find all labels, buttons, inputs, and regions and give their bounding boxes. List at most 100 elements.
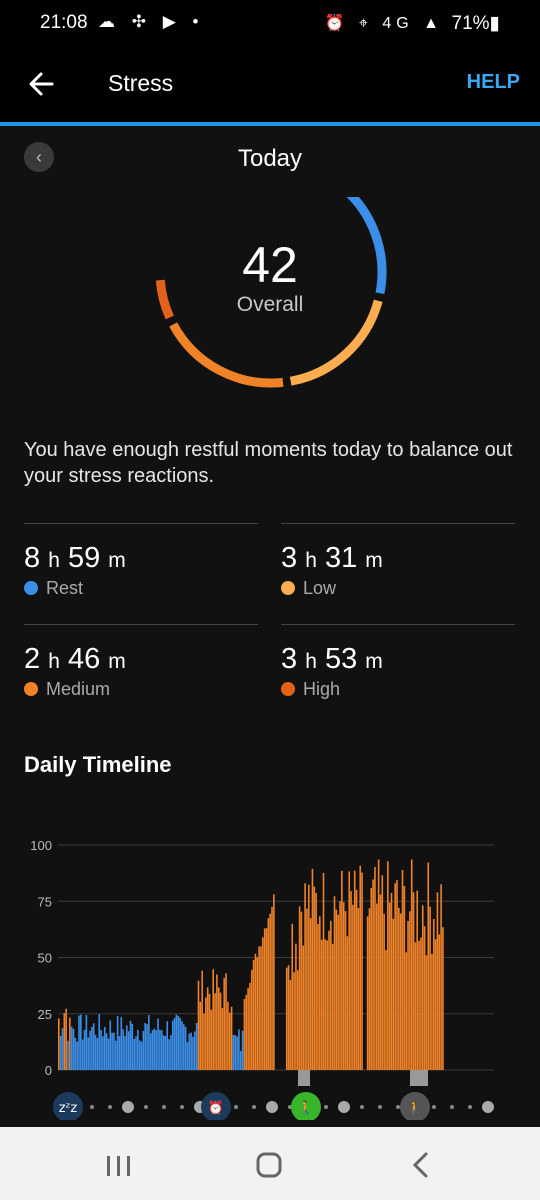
minutes-unit: m — [108, 650, 126, 673]
timeline-dot — [432, 1105, 436, 1109]
timeline-bar — [344, 911, 347, 1070]
timeline-bar — [341, 870, 343, 1070]
timeline-bar — [368, 908, 371, 1070]
timeline-bar — [109, 1020, 112, 1070]
stat-label-text: High — [303, 679, 341, 699]
timeline-dot — [122, 1101, 134, 1113]
timeline-bar — [122, 1029, 124, 1070]
timeline-bar — [131, 1023, 134, 1070]
app-bar: Stress HELP — [0, 48, 540, 122]
timeline-bar — [432, 918, 435, 1070]
timeline-bar — [407, 920, 409, 1070]
timeline-bar — [353, 870, 356, 1070]
timeline-bar — [322, 872, 325, 1070]
timeline-bar — [184, 1026, 187, 1070]
timeline-bar — [311, 868, 314, 1070]
timeline-bar — [387, 861, 389, 1070]
timeline-bar — [372, 879, 374, 1070]
stat-low: 3 h 31 m Low — [281, 523, 515, 613]
timeline-bar — [85, 1015, 88, 1070]
timeline-bar — [214, 993, 216, 1070]
timeline-bar — [403, 886, 406, 1070]
timeline-bar — [111, 1032, 113, 1070]
timeline-bar — [78, 1015, 80, 1070]
timeline-bar — [269, 913, 271, 1070]
timeline-bar — [74, 1037, 77, 1070]
alarm-clock-icon[interactable]: ⏰ — [201, 1092, 231, 1120]
timeline-bar — [385, 950, 387, 1070]
timeline-bar — [148, 1015, 150, 1070]
y-tick-label: 50 — [38, 951, 52, 966]
timeline-bar — [234, 1035, 237, 1070]
back-chevron-icon — [412, 1152, 428, 1178]
timeline-bar — [188, 1033, 191, 1070]
home-button[interactable] — [244, 1145, 294, 1185]
timeline-bar — [291, 923, 294, 1070]
timeline-bar — [203, 1013, 205, 1070]
stat-label-text: Medium — [46, 679, 111, 699]
svg-text:🚶: 🚶 — [407, 1100, 423, 1116]
timeline-bar — [61, 1028, 64, 1070]
page-title: Stress — [108, 70, 174, 96]
timeline-dot — [90, 1105, 94, 1109]
sleep-icon[interactable]: zᶻz — [53, 1092, 83, 1120]
timeline-bar — [105, 1033, 108, 1070]
stat-label: Rest — [24, 578, 83, 599]
overall-score: 42 — [242, 237, 298, 293]
timeline-bar — [254, 953, 257, 1070]
timeline-bar — [260, 946, 262, 1070]
timeline-bar — [201, 970, 203, 1070]
timeline-bar — [414, 942, 417, 1070]
y-tick-label: 0 — [45, 1063, 52, 1078]
system-back-button[interactable] — [395, 1145, 445, 1185]
arrow-left-icon — [29, 72, 54, 96]
timeline-dot — [338, 1101, 350, 1113]
stat-duration: 3 h 53 m — [281, 643, 383, 676]
timeline-bar — [401, 870, 404, 1070]
timeline-bar — [320, 939, 323, 1070]
timeline-bar — [92, 1023, 95, 1070]
timeline-bar — [217, 987, 220, 1070]
help-button[interactable]: HELP — [467, 71, 520, 94]
timeline-bar — [348, 871, 351, 1070]
back-button[interactable] — [22, 64, 62, 104]
timeline-bar — [396, 880, 398, 1070]
timeline-bar — [359, 865, 362, 1070]
timeline-bar — [442, 927, 444, 1070]
timeline-bar — [330, 920, 332, 1070]
timeline-bar — [87, 1037, 90, 1070]
timeline-bar — [285, 967, 288, 1070]
home-icon — [256, 1152, 282, 1178]
timeline-bar — [133, 1039, 135, 1070]
recents-button[interactable] — [93, 1145, 143, 1185]
timeline-bar — [300, 911, 303, 1070]
timeline-bar — [296, 970, 299, 1070]
timeline-dot — [180, 1105, 184, 1109]
stat-hours: 2 — [24, 643, 41, 675]
timeline-dot — [266, 1101, 278, 1113]
rest-color-dot — [24, 581, 38, 595]
minutes-unit: m — [108, 549, 126, 572]
timeline-dot — [234, 1105, 238, 1109]
stat-duration: 8 h 59 m — [24, 542, 126, 575]
timeline-bar — [103, 1026, 106, 1070]
timeline-bar — [249, 982, 251, 1070]
timeline-bar — [182, 1024, 185, 1070]
timeline-bar — [238, 1029, 240, 1070]
hours-unit: h — [48, 650, 60, 673]
timeline-bar — [179, 1017, 181, 1070]
stress-timeline-chart[interactable]: 100 75 50 25 0 zᶻz ⏰ 🚶 🚶 — [0, 820, 540, 1120]
timeline-bar — [326, 940, 328, 1070]
timeline-bar — [151, 1030, 154, 1070]
timeline-bar — [149, 1033, 152, 1070]
recents-icon — [107, 1156, 130, 1176]
timeline-bar — [239, 1050, 242, 1070]
timeline-bar — [381, 875, 384, 1070]
walking-icon[interactable]: 🚶 — [291, 1092, 321, 1120]
timeline-bar — [352, 904, 354, 1070]
timeline-bar — [116, 1015, 119, 1070]
walking-icon[interactable]: 🚶 — [400, 1092, 430, 1120]
timeline-bar — [65, 1008, 67, 1070]
timeline-bar — [223, 978, 226, 1070]
timeline-bar — [171, 1020, 174, 1070]
